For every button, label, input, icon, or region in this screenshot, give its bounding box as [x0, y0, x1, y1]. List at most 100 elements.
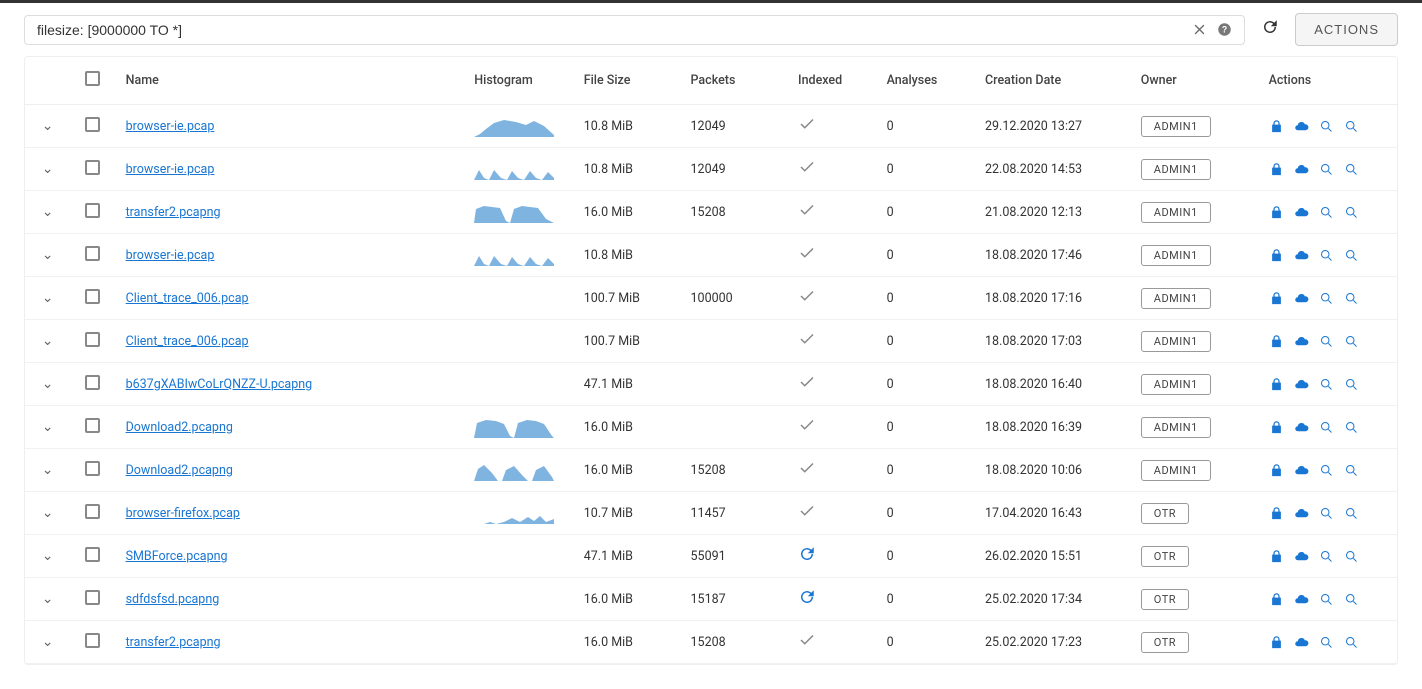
- cloud-download-icon[interactable]: [1294, 635, 1309, 650]
- search-detail-icon[interactable]: [1344, 334, 1359, 349]
- lock-icon[interactable]: [1269, 205, 1284, 220]
- search-icon[interactable]: [1319, 463, 1334, 478]
- file-name-link[interactable]: browser-ie.pcap: [126, 119, 215, 134]
- search-icon[interactable]: [1319, 420, 1334, 435]
- expand-chevron-icon[interactable]: ⌄: [42, 548, 54, 564]
- cloud-download-icon[interactable]: [1294, 592, 1309, 607]
- search-icon[interactable]: [1319, 205, 1334, 220]
- col-analyses[interactable]: Analyses: [877, 57, 975, 105]
- search-detail-icon[interactable]: [1344, 291, 1359, 306]
- search-detail-icon[interactable]: [1344, 205, 1359, 220]
- lock-icon[interactable]: [1269, 420, 1284, 435]
- file-name-link[interactable]: Client_trace_006.pcap: [126, 334, 249, 349]
- owner-chip[interactable]: OTR: [1141, 632, 1189, 653]
- lock-icon[interactable]: [1269, 248, 1284, 263]
- file-name-link[interactable]: SMBForce.pcapng: [126, 549, 228, 564]
- search-icon[interactable]: [1319, 162, 1334, 177]
- indexing-refresh-icon[interactable]: [798, 591, 816, 610]
- col-creation[interactable]: Creation Date: [975, 57, 1131, 105]
- search-box[interactable]: ?: [24, 15, 1245, 45]
- search-detail-icon[interactable]: [1344, 549, 1359, 564]
- expand-chevron-icon[interactable]: ⌄: [42, 118, 54, 134]
- owner-chip[interactable]: OTR: [1141, 503, 1189, 524]
- file-name-link[interactable]: transfer2.pcapng: [126, 205, 221, 220]
- lock-icon[interactable]: [1269, 506, 1284, 521]
- cloud-download-icon[interactable]: [1294, 463, 1309, 478]
- row-checkbox[interactable]: [85, 375, 100, 390]
- file-name-link[interactable]: b637gXABIwCoLrQNZZ-U.pcapng: [126, 377, 313, 392]
- expand-chevron-icon[interactable]: ⌄: [42, 247, 54, 263]
- expand-chevron-icon[interactable]: ⌄: [42, 419, 54, 435]
- col-owner[interactable]: Owner: [1131, 57, 1259, 105]
- file-name-link[interactable]: browser-ie.pcap: [126, 248, 215, 263]
- owner-chip[interactable]: ADMIN1: [1141, 288, 1211, 309]
- owner-chip[interactable]: OTR: [1141, 546, 1189, 567]
- lock-icon[interactable]: [1269, 549, 1284, 564]
- cloud-download-icon[interactable]: [1294, 334, 1309, 349]
- search-detail-icon[interactable]: [1344, 420, 1359, 435]
- file-name-link[interactable]: browser-ie.pcap: [126, 162, 215, 177]
- search-detail-icon[interactable]: [1344, 635, 1359, 650]
- search-detail-icon[interactable]: [1344, 592, 1359, 607]
- owner-chip[interactable]: ADMIN1: [1141, 331, 1211, 352]
- help-icon[interactable]: ?: [1217, 22, 1232, 37]
- owner-chip[interactable]: ADMIN1: [1141, 116, 1211, 137]
- search-icon[interactable]: [1319, 334, 1334, 349]
- lock-icon[interactable]: [1269, 291, 1284, 306]
- search-detail-icon[interactable]: [1344, 463, 1359, 478]
- lock-icon[interactable]: [1269, 119, 1284, 134]
- row-checkbox[interactable]: [85, 504, 100, 519]
- expand-chevron-icon[interactable]: ⌄: [42, 290, 54, 306]
- cloud-download-icon[interactable]: [1294, 162, 1309, 177]
- expand-chevron-icon[interactable]: ⌄: [42, 462, 54, 478]
- search-icon[interactable]: [1319, 119, 1334, 134]
- cloud-download-icon[interactable]: [1294, 205, 1309, 220]
- row-checkbox[interactable]: [85, 117, 100, 132]
- actions-button[interactable]: ACTIONS: [1295, 13, 1398, 46]
- owner-chip[interactable]: ADMIN1: [1141, 460, 1211, 481]
- search-icon[interactable]: [1319, 377, 1334, 392]
- search-detail-icon[interactable]: [1344, 377, 1359, 392]
- lock-icon[interactable]: [1269, 162, 1284, 177]
- select-all-checkbox[interactable]: [85, 71, 100, 86]
- owner-chip[interactable]: ADMIN1: [1141, 374, 1211, 395]
- search-icon[interactable]: [1319, 592, 1334, 607]
- row-checkbox[interactable]: [85, 590, 100, 605]
- expand-chevron-icon[interactable]: ⌄: [42, 591, 54, 607]
- row-checkbox[interactable]: [85, 246, 100, 261]
- indexing-refresh-icon[interactable]: [798, 548, 816, 567]
- owner-chip[interactable]: ADMIN1: [1141, 245, 1211, 266]
- owner-chip[interactable]: ADMIN1: [1141, 417, 1211, 438]
- file-name-link[interactable]: transfer2.pcapng: [126, 635, 221, 650]
- row-checkbox[interactable]: [85, 289, 100, 304]
- col-name[interactable]: Name: [116, 57, 465, 105]
- col-packets[interactable]: Packets: [681, 57, 789, 105]
- expand-chevron-icon[interactable]: ⌄: [42, 376, 54, 392]
- search-detail-icon[interactable]: [1344, 248, 1359, 263]
- lock-icon[interactable]: [1269, 635, 1284, 650]
- cloud-download-icon[interactable]: [1294, 291, 1309, 306]
- search-detail-icon[interactable]: [1344, 119, 1359, 134]
- row-checkbox[interactable]: [85, 633, 100, 648]
- col-histogram[interactable]: Histogram: [464, 57, 573, 105]
- search-detail-icon[interactable]: [1344, 162, 1359, 177]
- row-checkbox[interactable]: [85, 332, 100, 347]
- row-checkbox[interactable]: [85, 160, 100, 175]
- search-icon[interactable]: [1319, 248, 1334, 263]
- cloud-download-icon[interactable]: [1294, 549, 1309, 564]
- col-filesize[interactable]: File Size: [574, 57, 681, 105]
- search-icon[interactable]: [1319, 291, 1334, 306]
- expand-chevron-icon[interactable]: ⌄: [42, 333, 54, 349]
- search-detail-icon[interactable]: [1344, 506, 1359, 521]
- file-name-link[interactable]: sdfdsfsd.pcapng: [126, 592, 220, 607]
- expand-chevron-icon[interactable]: ⌄: [42, 634, 54, 650]
- owner-chip[interactable]: OTR: [1141, 589, 1189, 610]
- cloud-download-icon[interactable]: [1294, 119, 1309, 134]
- lock-icon[interactable]: [1269, 463, 1284, 478]
- owner-chip[interactable]: ADMIN1: [1141, 202, 1211, 223]
- expand-chevron-icon[interactable]: ⌄: [42, 204, 54, 220]
- expand-chevron-icon[interactable]: ⌄: [42, 505, 54, 521]
- file-name-link[interactable]: Download2.pcapng: [126, 463, 233, 478]
- row-checkbox[interactable]: [85, 547, 100, 562]
- expand-chevron-icon[interactable]: ⌄: [42, 161, 54, 177]
